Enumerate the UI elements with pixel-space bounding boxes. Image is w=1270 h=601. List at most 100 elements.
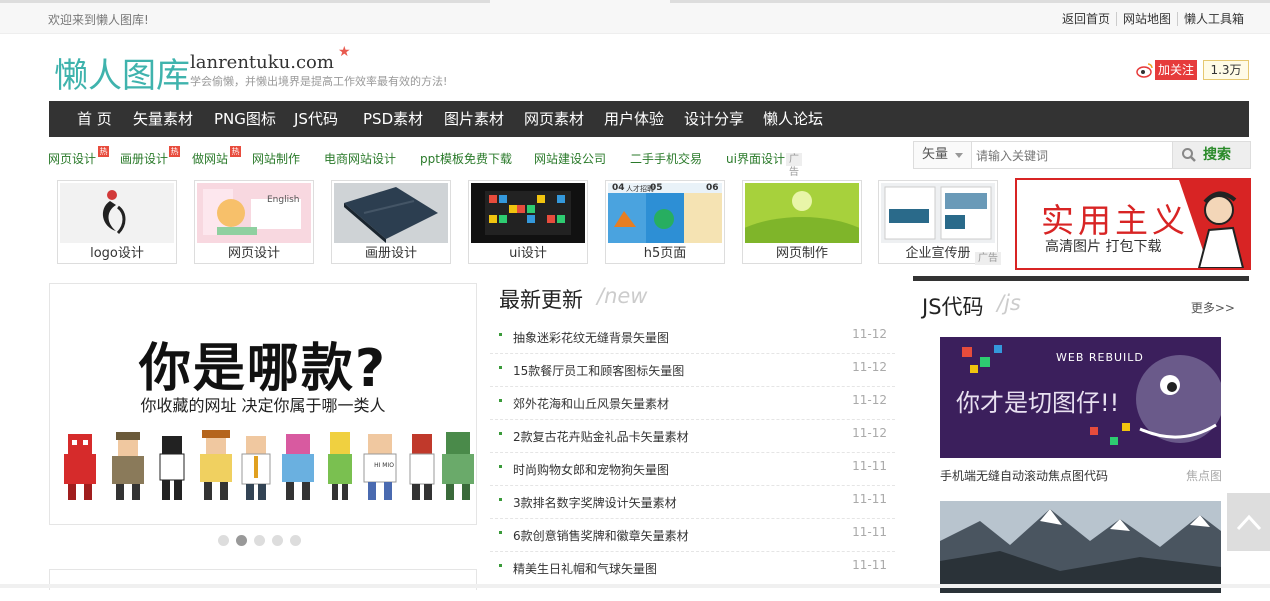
slider-headline: 你是哪款? [138,339,388,399]
news-item[interactable]: 郊外花海和山丘风景矢量素材 11-12 [490,386,895,420]
top-link-sitemap[interactable]: 网站地图 [1115,12,1177,26]
js-card-image-2[interactable] [940,501,1221,593]
category-web-production[interactable]: 网页制作 [742,180,862,264]
js-card-tag: 焦点图 [1185,469,1222,483]
category-label: logo设计 [90,246,144,261]
news-item-title[interactable]: 精美生日礼帽和气球矢量图 [513,560,657,577]
news-item[interactable]: 抽象迷彩花纹无缝背景矢量图 11-12 [490,320,895,354]
banner-ad-figure [1179,180,1249,268]
news-item-title[interactable]: 郊外花海和山丘风景矢量素材 [513,395,669,412]
site-slogan: 学会偷懒，并懒出境界是提高工作效率最有效的方法! [190,75,448,88]
top-link-home[interactable]: 返回首页 [1056,12,1116,26]
js-card-image-brand: WEB REBUILD [1056,351,1144,364]
category-thumb [334,183,448,243]
category-h5-page[interactable]: 04 人才招聘 05 06 h5页面 [605,180,725,264]
news-item-title[interactable]: 3款排名数字奖牌设计矢量素材 [513,494,677,511]
hot-link-site-build[interactable]: 网站制作 [252,150,300,167]
news-item-date: 11-12 [852,360,887,374]
back-to-top-button[interactable] [1227,493,1270,551]
hero-slider[interactable]: 你是哪款? 你收藏的网址 决定你属于哪一类人 HI MIO [49,283,477,525]
news-item-title[interactable]: 时尚购物女郎和宠物狗矢量图 [513,461,669,478]
nav-item-js-code[interactable]: JS代码 [294,101,338,137]
nav-item-design-share[interactable]: 设计分享 [684,101,744,137]
welcome-text: 欢迎来到懒人图库! [48,13,149,27]
nav-item-psd[interactable]: PSD素材 [363,101,423,137]
news-section-subtitle: /new [597,284,648,308]
js-card-title[interactable]: 手机端无缝自动滚动焦点图代码 [940,467,1108,484]
hot-link-company[interactable]: 网站建设公司 [534,150,606,167]
slider-dot[interactable] [290,535,301,546]
hot-link-make-site[interactable]: 做网站 [192,150,228,167]
bullet-icon [499,366,502,369]
search-type-select[interactable]: 矢量 [914,142,972,168]
main-nav: 首 页 矢量素材 PNG图标 JS代码 PSD素材 图片素材 网页素材 用户体验… [49,101,1249,137]
ad-label: 广告 [975,252,1001,265]
news-item-date: 11-11 [852,492,887,506]
search-button-label: 搜索 [1203,147,1231,163]
nav-item-vector[interactable]: 矢量素材 [133,101,193,137]
browser-tab-strip [0,0,1270,3]
js-card-image[interactable]: WEB REBUILD 你才是切图仔!! [940,337,1221,458]
nav-item-images[interactable]: 图片素材 [444,101,504,137]
js-more-link[interactable]: 更多>> [1191,299,1235,316]
category-label: 画册设计 [364,246,417,261]
news-item-date: 11-12 [852,393,887,407]
bullet-icon [499,333,502,336]
category-label: 网页制作 [775,246,828,261]
nav-item-ux[interactable]: 用户体验 [604,101,664,137]
weibo-follow-button[interactable]: 加关注 [1155,60,1197,80]
mountain-photo [940,501,1221,593]
js-code-panel: JS代码 /js 更多>> WEB REBUILD 你才是切图仔!! 手机端无缝… [913,276,1249,601]
slider-dot[interactable] [218,535,229,546]
news-item-title[interactable]: 15款餐厅员工和顾客图标矢量图 [513,362,684,379]
nav-item-home[interactable]: 首 页 [77,101,112,137]
search-button[interactable]: 搜索 [1172,142,1250,168]
chevron-down-icon [955,153,963,158]
hot-link-phone[interactable]: 二手手机交易 [630,150,702,167]
news-item[interactable]: 2款复古花卉贴金礼品卡矢量素材 11-12 [490,419,895,453]
category-logo-design[interactable]: logo设计 [57,180,177,264]
bullet-icon [499,531,502,534]
thumb-tag: 05 [650,183,663,193]
category-web-design[interactable]: English 网页设计 [194,180,314,264]
hot-badge: 热 [169,146,180,157]
category-thumb: English [197,183,311,243]
js-panel-title: JS代码 [922,295,984,319]
hot-link-ecommerce[interactable]: 电商网站设计 [324,150,396,167]
nav-item-png-icons[interactable]: PNG图标 [214,101,276,137]
category-brochure[interactable]: 画册设计 [331,180,451,264]
hot-link-web-design[interactable]: 网页设计 [48,150,96,167]
category-ui-design[interactable]: ui设计 [468,180,588,264]
banner-ad-title: 实用主义 [1041,201,1189,240]
slider-dot[interactable] [254,535,265,546]
news-item[interactable]: 6款创意销售奖牌和徽章矢量素材 11-11 [490,518,895,552]
news-item[interactable]: 3款排名数字奖牌设计矢量素材 11-11 [490,485,895,519]
slider-dot[interactable] [272,535,283,546]
category-thumb [881,183,995,243]
js-card-image-title: 你才是切图仔!! [956,389,1120,417]
hot-link-brochure[interactable]: 画册设计 [120,150,168,167]
bullet-icon [499,432,502,435]
category-thumb [60,183,174,243]
js-panel-subtitle: /js [997,291,1021,315]
news-item-title[interactable]: 6款创意销售奖牌和徽章矢量素材 [513,527,689,544]
hot-link-ui[interactable]: ui界面设计 [726,150,785,167]
news-item-title[interactable]: 抽象迷彩花纹无缝背景矢量图 [513,329,669,346]
hot-link-ppt[interactable]: ppt模板免费下载 [420,150,512,167]
hot-badge: 热 [230,146,241,157]
thumb-tag: 06 [706,183,719,193]
top-link-toolbox[interactable]: 懒人工具箱 [1176,12,1250,26]
news-item[interactable]: 15款餐厅员工和顾客图标矢量图 11-12 [490,353,895,387]
banner-ad[interactable]: 实用主义 高清图片 打包下载 [1015,178,1251,270]
news-item-title[interactable]: 2款复古花卉贴金礼品卡矢量素材 [513,428,689,445]
news-item[interactable]: 精美生日礼帽和气球矢量图 11-11 [490,551,895,584]
search-input[interactable] [974,144,1174,168]
character-shirt-text: HI MIO [374,462,394,469]
top-bar: 欢迎来到懒人图库! 返回首页 网站地图 懒人工具箱 [0,0,1270,34]
weibo-follower-count: 1.3万 [1203,60,1249,80]
nav-item-web-assets[interactable]: 网页素材 [524,101,584,137]
bullet-icon [499,465,502,468]
news-item[interactable]: 时尚购物女郎和宠物狗矢量图 11-11 [490,452,895,486]
nav-item-forum[interactable]: 懒人论坛 [763,101,823,137]
slider-dot-active[interactable] [236,535,247,546]
